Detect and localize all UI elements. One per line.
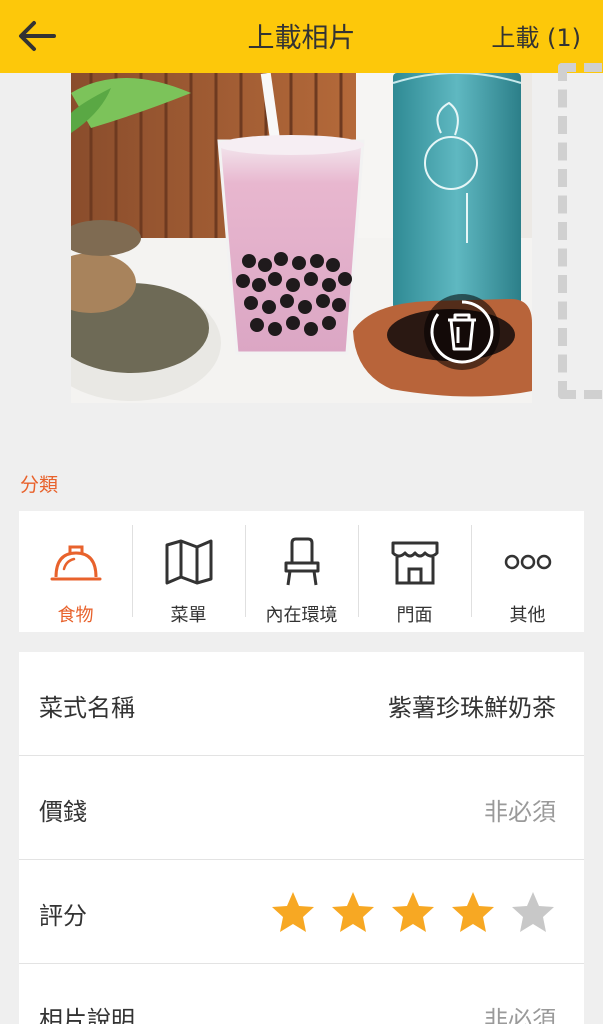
category-tabs: 食物 菜單 內在環境 門面 其他 <box>19 511 584 632</box>
storefront-icon <box>391 541 438 585</box>
caption-label: 相片說明 <box>39 1006 135 1024</box>
rating-label: 評分 <box>39 902 87 930</box>
price-row[interactable]: 價錢 非必須 <box>19 756 584 860</box>
category-other[interactable]: 其他 <box>471 511 584 632</box>
caption-field[interactable]: 非必須 <box>484 1000 556 1024</box>
star-icon[interactable] <box>450 890 496 934</box>
upload-button[interactable]: 上載 (1) <box>491 18 581 53</box>
dish-name-row[interactable]: 菜式名稱 紫薯珍珠鮮奶茶 <box>19 652 584 756</box>
caption-row[interactable]: 相片說明 非必須 <box>19 964 584 1024</box>
category-food[interactable]: 食物 <box>19 511 132 632</box>
trash-icon <box>430 300 494 364</box>
category-storefront-label: 門面 <box>396 605 433 626</box>
category-food-label: 食物 <box>57 605 94 626</box>
rating-stars <box>270 890 556 934</box>
dish-name-field[interactable]: 紫薯珍珠鮮奶茶 <box>388 688 556 723</box>
star-icon[interactable] <box>390 890 436 934</box>
star-icon[interactable] <box>330 890 376 934</box>
photo-details-form: 菜式名稱 紫薯珍珠鮮奶茶 價錢 非必須 評分 相片說明 非必須 <box>19 652 584 1024</box>
category-heading: 分類 <box>20 474 59 496</box>
rating-row: 評分 <box>19 860 584 964</box>
dish-name-label: 菜式名稱 <box>39 694 135 722</box>
category-interior[interactable]: 內在環境 <box>245 511 358 632</box>
arrow-left-icon <box>19 21 56 51</box>
category-interior-label: 內在環境 <box>265 605 338 626</box>
category-menu[interactable]: 菜單 <box>132 511 245 632</box>
price-label: 價錢 <box>39 798 87 826</box>
price-field[interactable]: 非必須 <box>484 792 556 827</box>
header-bar: 上載相片 上載 (1) <box>0 0 603 73</box>
category-menu-label: 菜單 <box>170 605 207 626</box>
back-button[interactable] <box>14 14 62 58</box>
map-icon <box>165 539 212 585</box>
more-icon <box>504 554 551 570</box>
star-icon[interactable] <box>510 890 556 934</box>
delete-photo-button[interactable] <box>424 294 500 370</box>
add-photo-slot[interactable] <box>558 63 603 399</box>
chair-icon <box>284 537 319 586</box>
cloche-icon <box>50 545 101 581</box>
category-storefront[interactable]: 門面 <box>358 511 471 632</box>
category-other-label: 其他 <box>509 605 546 626</box>
photo-strip <box>0 63 603 413</box>
star-icon[interactable] <box>270 890 316 934</box>
